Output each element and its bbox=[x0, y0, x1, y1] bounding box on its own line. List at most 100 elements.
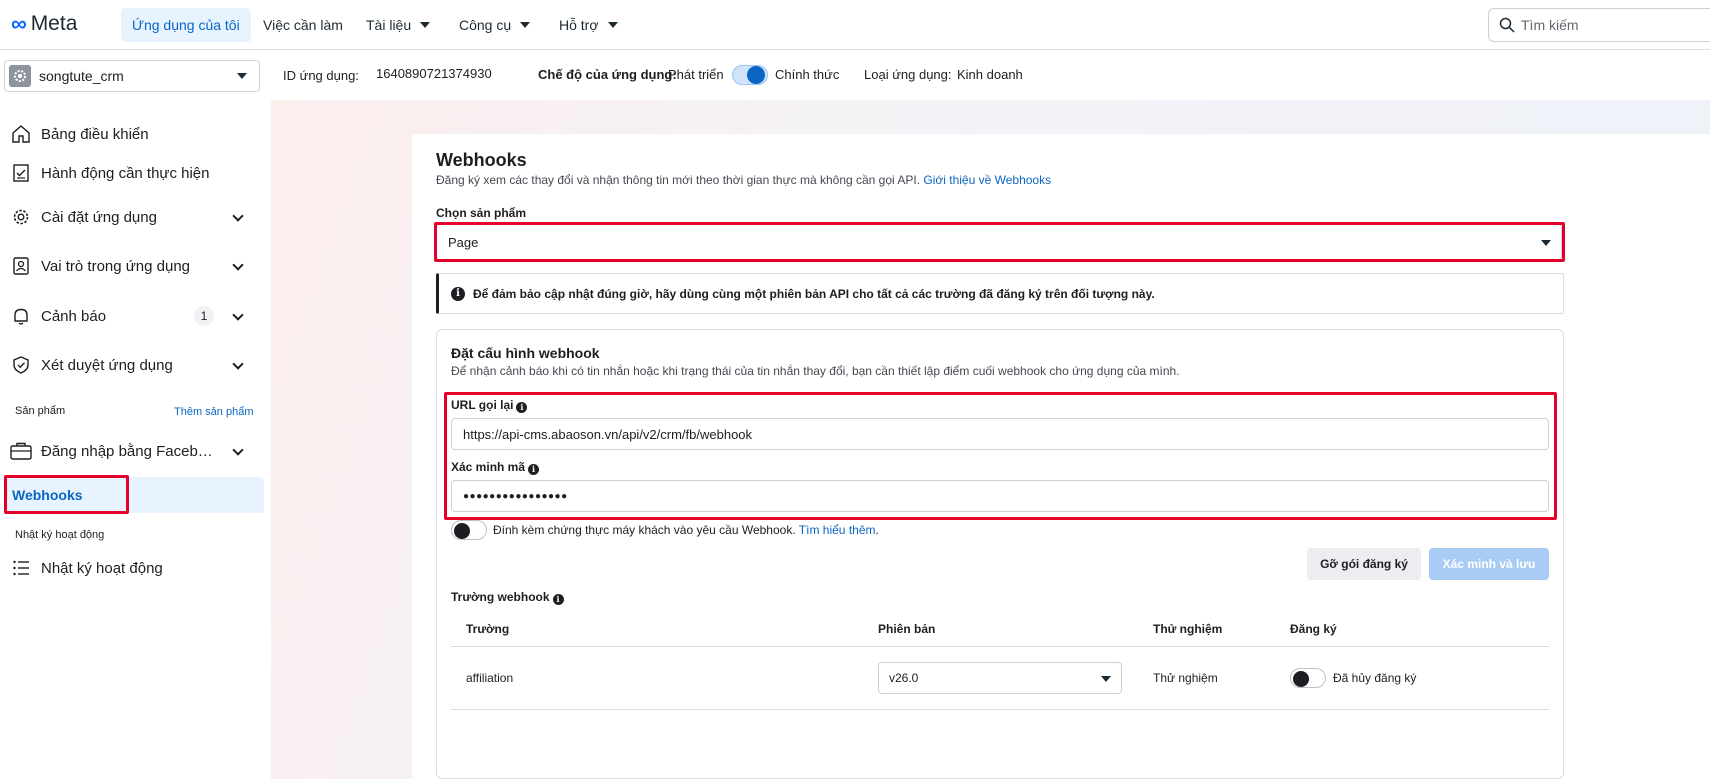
chevron-down-icon bbox=[232, 259, 244, 271]
sidebar-item-app-settings[interactable]: Cài đặt ứng dụng bbox=[10, 199, 264, 235]
column-header-field: Trường bbox=[466, 622, 510, 636]
chevron-down-icon bbox=[232, 309, 244, 321]
verify-token-input[interactable]: ●●●●●●●●●●●●●●●● bbox=[451, 480, 1549, 512]
app-id-value: 1640890721374930 bbox=[376, 66, 492, 81]
search-input[interactable]: Tìm kiếm bbox=[1488, 8, 1710, 42]
product-select[interactable]: Page bbox=[436, 224, 1562, 260]
nav-todo-label: Việc cần làm bbox=[263, 17, 343, 33]
sidebar-item-label: Cài đặt ứng dụng bbox=[41, 208, 157, 226]
chevron-down-icon bbox=[232, 444, 244, 456]
chevron-down-icon bbox=[1541, 240, 1551, 246]
nav-support[interactable]: Hỗ trợ bbox=[548, 8, 629, 42]
sidebar-item-label: Đăng nhập bằng Faceb… bbox=[41, 442, 213, 460]
info-icon: i bbox=[451, 286, 465, 301]
subscribe-toggle[interactable] bbox=[1290, 668, 1326, 688]
app-selector[interactable]: songtute_crm bbox=[4, 60, 260, 92]
home-icon bbox=[10, 123, 32, 145]
chevron-down-icon bbox=[520, 22, 531, 28]
sidebar-item-actions[interactable]: Hành động cần thực hiện bbox=[10, 155, 264, 191]
table-divider bbox=[451, 646, 1549, 647]
nav-todo[interactable]: Việc cần làm bbox=[252, 8, 354, 42]
sidebar-item-label: Vai trò trong ứng dụng bbox=[41, 257, 191, 275]
nav-my-apps-label: Ứng dụng của tôi bbox=[132, 17, 240, 33]
toggle-knob bbox=[1293, 671, 1309, 687]
client-cert-toggle[interactable] bbox=[451, 520, 487, 540]
page-subtitle: Đăng ký xem các thay đổi và nhận thông t… bbox=[436, 173, 1051, 187]
column-header-subscribe: Đăng ký bbox=[1290, 622, 1337, 636]
subscribe-status: Đã hủy đăng ký bbox=[1333, 671, 1417, 685]
top-nav: ∞ Meta Ứng dụng của tôi Việc cần làm Tài… bbox=[0, 0, 1710, 50]
chevron-down-icon bbox=[237, 73, 247, 79]
app-mode-toggle[interactable] bbox=[732, 65, 768, 85]
meta-logo[interactable]: ∞ Meta bbox=[11, 13, 77, 35]
meta-infinity-icon: ∞ bbox=[11, 11, 27, 36]
gear-icon bbox=[10, 206, 32, 228]
sidebar-item-label: Bảng điều khiển bbox=[41, 125, 149, 143]
learn-more-link[interactable]: Tìm hiểu thêm bbox=[799, 523, 876, 537]
webhooks-intro-link[interactable]: Giới thiệu về Webhooks bbox=[923, 173, 1051, 187]
sidebar-item-app-review[interactable]: Xét duyệt ứng dụng bbox=[10, 347, 264, 383]
notice-text: Để đảm bảo cập nhật đúng giờ, hãy dùng c… bbox=[473, 286, 1155, 301]
callback-url-label: URL gọi lại i bbox=[451, 398, 528, 413]
app-mode-dev: Phát triển bbox=[668, 67, 724, 82]
info-icon[interactable]: i bbox=[552, 593, 564, 605]
product-select-value: Page bbox=[448, 234, 479, 250]
product-select-label: Chọn sản phẩm bbox=[436, 206, 527, 220]
app-mode-live: Chính thức bbox=[775, 67, 840, 82]
nav-tools[interactable]: Công cụ bbox=[448, 8, 541, 42]
verify-save-button[interactable]: Xác minh và lưu bbox=[1429, 548, 1549, 580]
callback-url-label-text: URL gọi lại bbox=[451, 398, 514, 412]
chevron-down-icon bbox=[1101, 676, 1111, 682]
version-select-value: v26.0 bbox=[889, 671, 919, 685]
search-placeholder: Tìm kiếm bbox=[1521, 17, 1579, 33]
sidebar-item-app-roles[interactable]: Vai trò trong ứng dụng bbox=[10, 248, 264, 284]
info-icon[interactable]: i bbox=[528, 463, 540, 475]
period-text: . bbox=[875, 523, 879, 537]
chevron-down-icon bbox=[420, 22, 431, 28]
sidebar-item-webhooks-label: Webhooks bbox=[12, 487, 83, 503]
meta-logo-text: Meta bbox=[30, 12, 78, 35]
unsubscribe-button[interactable]: Gỡ gói đăng ký bbox=[1307, 548, 1421, 580]
config-description: Để nhận cảnh báo khi có tin nhắn hoặc kh… bbox=[451, 364, 1180, 378]
sidebar-section-activity: Nhật ký hoạt động bbox=[15, 529, 105, 541]
verify-token-label: Xác minh mã i bbox=[451, 460, 540, 475]
webhook-fields-label: Trường webhook i bbox=[451, 590, 564, 605]
sidebar-item-dashboard[interactable]: Bảng điều khiển bbox=[10, 116, 264, 152]
sidebar-item-label: Cảnh báo bbox=[41, 307, 107, 325]
nav-docs[interactable]: Tài liệu bbox=[355, 8, 441, 42]
briefcase-icon bbox=[10, 440, 32, 462]
nav-support-label: Hỗ trợ bbox=[559, 17, 599, 33]
info-icon[interactable]: i bbox=[516, 401, 528, 413]
table-divider bbox=[451, 709, 1549, 710]
app-type-label: Loại ứng dụng: bbox=[864, 67, 952, 82]
nav-my-apps[interactable]: Ứng dụng của tôi bbox=[121, 8, 251, 42]
column-header-test: Thử nghiệm bbox=[1153, 622, 1223, 636]
callback-url-input[interactable]: https://api-cms.abaoson.vn/api/v2/crm/fb… bbox=[451, 418, 1549, 450]
sidebar-item-label: Xét duyệt ứng dụng bbox=[41, 356, 173, 374]
toggle-knob bbox=[747, 66, 765, 84]
checklist-icon bbox=[10, 162, 32, 184]
unsubscribe-button-label: Gỡ gói đăng ký bbox=[1320, 557, 1408, 571]
page-subtitle-text: Đăng ký xem các thay đổi và nhận thông t… bbox=[436, 173, 921, 187]
api-version-notice: i Để đảm bảo cập nhật đúng giờ, hãy dùng… bbox=[436, 273, 1564, 314]
nav-tools-label: Công cụ bbox=[459, 17, 512, 33]
sidebar-item-fb-login[interactable]: Đăng nhập bằng Faceb… bbox=[10, 433, 264, 469]
config-title: Đặt cấu hình webhook bbox=[451, 345, 600, 361]
page-title: Webhooks bbox=[436, 150, 527, 170]
shield-check-icon bbox=[10, 354, 32, 376]
sidebar-item-activity-log[interactable]: Nhật ký hoạt động bbox=[10, 550, 264, 586]
verify-save-button-label: Xác minh và lưu bbox=[1442, 557, 1536, 571]
webhook-fields-label-text: Trường webhook bbox=[451, 590, 550, 604]
column-header-version: Phiên bản bbox=[878, 622, 936, 636]
verify-token-label-text: Xác minh mã bbox=[451, 460, 526, 474]
client-cert-description: Đính kèm chứng thực máy khách vào yêu cầ… bbox=[493, 523, 796, 537]
chevron-down-icon bbox=[232, 358, 244, 370]
sidebar-item-alerts[interactable]: Cảnh báo 1 bbox=[10, 298, 264, 334]
test-link[interactable]: Thử nghiệm bbox=[1153, 671, 1218, 685]
sidebar-item-label: Nhật ký hoạt động bbox=[41, 559, 163, 577]
app-gear-icon bbox=[9, 65, 31, 87]
field-name-link[interactable]: affiliation bbox=[466, 671, 513, 685]
id-badge-icon bbox=[10, 255, 32, 277]
chevron-down-icon bbox=[232, 210, 244, 222]
version-select[interactable]: v26.0 bbox=[878, 662, 1122, 694]
